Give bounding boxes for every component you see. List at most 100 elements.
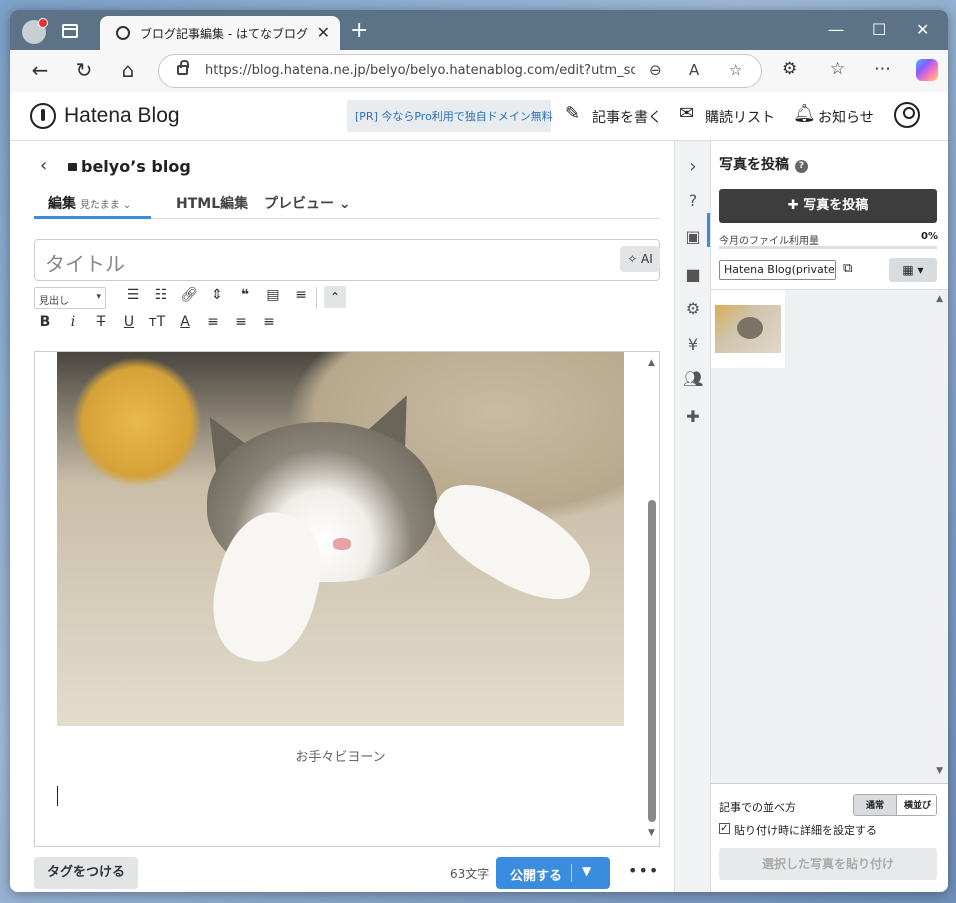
numbered-list-icon[interactable]: ☷ <box>150 287 172 303</box>
back-arrow-icon[interactable]: ← <box>28 58 52 82</box>
paste-selected-photos-button[interactable]: 選択した写真を貼り付け <box>719 848 937 880</box>
article-body-editor[interactable]: お手々ビヨーン ▲ ▼ <box>34 351 660 847</box>
home-icon[interactable]: ⌂ <box>116 58 140 82</box>
editor-column: ‹ belyo’s blog 編集 見たまま ⌄ HTML編集 プレビュー ⌄ タ… <box>10 141 674 892</box>
link-icon[interactable]: 🔗︎ <box>178 287 200 303</box>
usage-value: 0% <box>921 231 938 242</box>
photo-thumbnail[interactable] <box>714 304 782 354</box>
read-more-icon[interactable]: ⇕ <box>206 287 228 303</box>
pr-banner[interactable]: [PR] 今ならPro利用で独自ドメイン無料 <box>347 100 553 132</box>
bell-icon[interactable]: 🔔︎ <box>793 103 816 124</box>
quote-icon[interactable]: ❝ <box>234 287 256 303</box>
title-input[interactable]: タイトル <box>34 239 660 281</box>
italic-icon[interactable]: i <box>62 314 84 330</box>
blog-name[interactable]: belyo’s blog <box>68 157 191 176</box>
question-icon[interactable]: ? <box>795 160 808 173</box>
editor-mode-tabs: 編集 見たまま ⌄ HTML編集 プレビュー ⌄ <box>34 187 660 219</box>
reading-list-link[interactable]: 購読リスト <box>705 107 775 127</box>
add-plus-icon[interactable]: ✚ <box>683 407 703 427</box>
cat-paw-right <box>418 464 606 620</box>
tab-preview[interactable]: プレビュー ⌄ <box>264 193 351 213</box>
logo-text[interactable]: Hatena Blog <box>64 104 180 128</box>
window-close-icon[interactable]: ✕ <box>916 20 929 39</box>
scroll-up-arrow-icon[interactable]: ▲ <box>648 358 655 368</box>
collapse-panel-chevron-icon[interactable]: › <box>683 157 703 177</box>
hatena-logo-icon[interactable] <box>30 103 56 129</box>
tab-close-icon[interactable]: ✕ <box>317 23 330 42</box>
tab-html-edit[interactable]: HTML編集 <box>176 193 248 213</box>
reading-list-icon[interactable]: ✉ <box>679 103 694 124</box>
browser-window: ブログ記事編集 - はてなブログ ✕ + — ☐ ✕ ← ↻ ⌂ https:/… <box>10 10 948 892</box>
character-count: 63文字 <box>450 867 490 881</box>
sort-side-by-side-option[interactable]: 横並び <box>896 795 936 815</box>
pencil-edit-icon[interactable]: ✎ <box>565 103 580 124</box>
tab-actions-icon[interactable] <box>62 24 78 38</box>
read-aloud-icon[interactable]: A <box>689 61 699 79</box>
favorites-icon[interactable]: ☆ <box>830 59 845 79</box>
copilot-icon[interactable] <box>916 59 938 81</box>
collapse-toolbar-icon[interactable]: ⌃ <box>324 286 346 308</box>
tab-edit-label: 編集 <box>48 196 76 212</box>
heading-select[interactable]: 見出し <box>34 287 106 309</box>
people-icon[interactable]: 👥︎ <box>683 369 703 389</box>
upload-photo-button[interactable]: ✚ 写真を投稿 <box>719 189 937 223</box>
image-caption[interactable]: お手々ビヨーン <box>57 746 624 765</box>
paste-detail-checkbox[interactable]: ✓ <box>719 823 730 834</box>
align-left-icon[interactable]: ≡ <box>202 314 224 330</box>
publish-button[interactable]: 公開する ▼ <box>496 857 610 889</box>
private-lock-icon <box>68 163 77 171</box>
bullet-list-icon[interactable]: ☰ <box>122 287 144 303</box>
cat-nose <box>333 538 351 550</box>
publish-options-chevron-icon[interactable]: ▼ <box>582 864 591 878</box>
gallery-scroll-up-icon[interactable]: ▲ <box>936 294 943 304</box>
album-select-text: Hatena Blog(private) <box>724 263 836 276</box>
minimize-icon[interactable]: — <box>828 20 844 39</box>
photo-thumbnail-cell[interactable] <box>711 290 785 368</box>
align-center-icon[interactable]: ≡ <box>230 314 252 330</box>
notifications-link[interactable]: お知らせ <box>818 107 874 127</box>
editor-scrollbar[interactable]: ▲ ▼ <box>645 352 659 846</box>
yen-icon[interactable]: ¥ <box>683 335 703 355</box>
underline-icon[interactable]: U <box>118 314 140 330</box>
favorite-star-icon[interactable]: ☆ <box>729 61 742 79</box>
scroll-thumb[interactable] <box>648 500 656 822</box>
settings-gear-icon[interactable]: ⚙ <box>683 299 703 319</box>
more-options-icon[interactable]: ••• <box>628 861 659 880</box>
photo-icon[interactable]: ▣ <box>683 227 703 247</box>
font-color-icon[interactable]: A <box>174 314 196 330</box>
bold-icon[interactable]: B <box>34 314 56 330</box>
extensions-icon[interactable]: ⚙ <box>782 59 797 79</box>
folder-icon[interactable]: ■ <box>683 265 703 285</box>
album-select[interactable]: Hatena Blog(private) ▾ <box>719 260 836 280</box>
new-tab-button[interactable]: + <box>350 18 368 43</box>
address-bar[interactable]: https://blog.hatena.ne.jp/belyo/belyo.ha… <box>158 54 762 88</box>
profile-avatar[interactable] <box>22 18 48 44</box>
user-avatar-icon[interactable] <box>894 102 920 128</box>
zoom-icon[interactable]: ⊖ <box>649 61 662 79</box>
scroll-down-arrow-icon[interactable]: ▼ <box>648 828 655 838</box>
add-tags-button[interactable]: タグをつける <box>34 857 138 889</box>
strikethrough-icon[interactable]: T <box>90 314 112 330</box>
panel-footer: 記事での並べ方 通常 横並び ✓ 貼り付け時に詳細を設定する 選択した写真を貼り… <box>711 783 948 892</box>
external-link-icon[interactable]: ⧉ <box>843 261 852 276</box>
menu-dots-icon[interactable]: ⋯ <box>874 59 891 79</box>
ai-button[interactable]: ✧ AI <box>620 246 660 272</box>
font-size-icon[interactable]: тT <box>146 314 168 330</box>
tab-edit[interactable]: 編集 見たまま ⌄ <box>48 193 131 213</box>
active-tab[interactable]: ブログ記事編集 - はてなブログ ✕ <box>100 16 340 50</box>
grid-view-toggle-icon[interactable]: ▦ ▾ <box>889 258 937 282</box>
help-icon[interactable]: ? <box>683 191 703 211</box>
align-right-icon[interactable]: ≡ <box>258 314 280 330</box>
write-article-link[interactable]: 記事を書く <box>592 107 662 127</box>
site-info-lock-icon[interactable] <box>177 60 189 75</box>
gallery-scroll-down-icon[interactable]: ▼ <box>936 766 943 776</box>
refresh-icon[interactable]: ↻ <box>72 58 96 82</box>
maximize-icon[interactable]: ☐ <box>872 20 886 39</box>
footnote-icon[interactable]: ≡ <box>290 287 312 303</box>
cat-photo <box>57 352 624 726</box>
paste-detail-label: 貼り付け時に詳細を設定する <box>734 824 877 837</box>
back-chevron-icon[interactable]: ‹ <box>40 155 47 176</box>
table-of-contents-icon[interactable]: ▤ <box>262 287 284 303</box>
hatena-favicon-icon <box>116 26 130 40</box>
sort-normal-option[interactable]: 通常 <box>854 795 896 815</box>
